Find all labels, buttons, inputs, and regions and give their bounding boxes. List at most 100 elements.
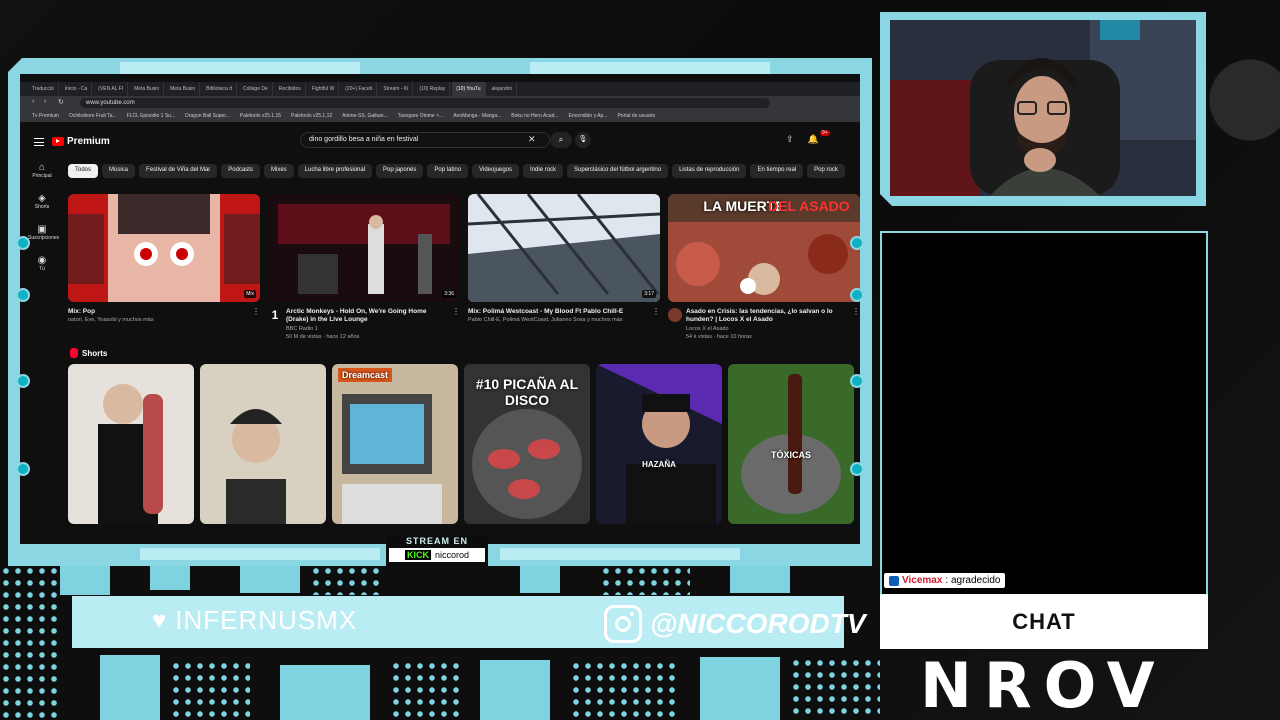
more-options-icon[interactable]: ⋮ bbox=[452, 307, 460, 341]
filter-chip[interactable]: Pop japonés bbox=[376, 164, 424, 178]
url-field[interactable]: www.youtube.com bbox=[80, 98, 770, 108]
bookmark-item[interactable]: Paletools v25.1.12 bbox=[291, 113, 332, 119]
filter-chip[interactable]: Música bbox=[102, 164, 136, 178]
browser-tab[interactable]: Inicio - Ca bbox=[61, 82, 93, 96]
short-card[interactable] bbox=[200, 364, 326, 524]
bookmark-item[interactable]: Ochikobore Fruit Ta... bbox=[69, 113, 117, 119]
video-thumbnail[interactable]: Mix bbox=[68, 194, 260, 302]
bell-icon[interactable]: 🔔 bbox=[808, 134, 819, 145]
browser-tab[interactable]: Meta Busin bbox=[166, 82, 201, 96]
subscriptions-icon: ▣ bbox=[37, 224, 47, 235]
forward-icon[interactable]: › bbox=[44, 98, 46, 105]
clear-search-icon[interactable]: ✕ bbox=[528, 134, 536, 145]
browser-tab[interactable]: (10) Replay bbox=[415, 82, 451, 96]
video-card[interactable]: Mix Mix: Pop natori, Eve, Yoasobi y muchos… bbox=[68, 194, 260, 341]
filter-chip[interactable]: Videojuegos bbox=[472, 164, 520, 178]
filter-chip[interactable]: Indie rock bbox=[523, 164, 564, 178]
sidebar: ⌂ Principal ◈ Shorts ▣ Suscripciones ◉ Tú bbox=[28, 162, 60, 286]
video-title[interactable]: Arctic Monkeys - Hold On, We're Going Ho… bbox=[286, 308, 448, 325]
filter-chip[interactable]: Festival de Viña del Mar bbox=[139, 164, 218, 178]
video-channel[interactable]: Pablo Chill-E, Polimá WestCoast, Juliann… bbox=[468, 316, 623, 324]
bookmark-item[interactable]: Encendido y Ap... bbox=[569, 113, 608, 119]
upload-icon[interactable]: ⇪ bbox=[786, 134, 794, 145]
instagram-handle-text: @NICCORODTV bbox=[650, 608, 866, 639]
dot-pattern bbox=[790, 657, 880, 720]
video-channel[interactable]: BBC Radio 1 bbox=[286, 325, 448, 333]
search-input[interactable]: dino gordillo besa a niña en festival bbox=[300, 132, 550, 148]
browser-tab[interactable]: (VEN AL FI bbox=[94, 82, 129, 96]
browser-tab[interactable]: (20+) Faceb bbox=[341, 82, 378, 96]
browser-tab[interactable]: Stream - Ki bbox=[379, 82, 414, 96]
browser-tab[interactable]: Recibidos bbox=[275, 82, 306, 96]
filter-chip[interactable]: Todos bbox=[68, 164, 99, 178]
video-thumbnail[interactable]: 3:17 bbox=[468, 194, 660, 302]
filter-chip[interactable]: Pop latino bbox=[427, 164, 469, 178]
video-title[interactable]: Mix: Pop bbox=[68, 308, 154, 316]
user-badge-icon bbox=[889, 575, 899, 586]
voice-search-button[interactable]: 🎙 bbox=[575, 132, 591, 148]
filter-chip[interactable]: Pop rock bbox=[807, 164, 845, 178]
channel-avatar[interactable] bbox=[668, 308, 682, 322]
short-card[interactable] bbox=[68, 364, 194, 524]
sidebar-item[interactable]: ◉ Tú bbox=[28, 255, 56, 272]
pattern-square bbox=[100, 655, 160, 720]
video-card[interactable]: 3:17 Mix: Polimá Westcoast - My Blood Ft … bbox=[468, 194, 660, 341]
browser-tab[interactable]: Traducció bbox=[28, 82, 59, 96]
more-options-icon[interactable]: ⋮ bbox=[652, 307, 660, 325]
video-card[interactable]: LA MUERTE DEL ASADO Asado en Crisis: las t… bbox=[668, 194, 860, 341]
browser-tab[interactable]: Collage De bbox=[239, 82, 273, 96]
pattern-square bbox=[520, 565, 560, 593]
bookmark-item[interactable]: Paletools v25.1.15 bbox=[240, 113, 281, 119]
pattern-square bbox=[240, 565, 300, 593]
browser-tab[interactable]: Meta Busin bbox=[130, 82, 165, 96]
bookmark-item[interactable]: Tasogare Otome ×... bbox=[398, 113, 443, 119]
short-card[interactable]: Dreamcast bbox=[332, 364, 458, 524]
filter-chip[interactable]: Mixes bbox=[263, 164, 294, 178]
short-card[interactable]: #10 PICAÑA AL DISCO bbox=[464, 364, 590, 524]
sidebar-item[interactable]: ⌂ Principal bbox=[28, 162, 56, 179]
filter-chips: Todos Música Festival de Viña del Mar Podca… bbox=[68, 164, 858, 178]
browser-tab-bar: Traducció Inicio - Ca (VEN AL FI Meta Busin… bbox=[20, 82, 860, 96]
filter-chip[interactable]: Superclásico del fútbol argentino bbox=[567, 164, 669, 178]
menu-icon[interactable] bbox=[34, 138, 44, 146]
browser-tab[interactable]: Fightful W bbox=[308, 82, 340, 96]
instagram-icon bbox=[604, 605, 642, 643]
filter-chip[interactable]: Listas de reproducción bbox=[672, 164, 747, 178]
back-icon[interactable]: ‹ bbox=[32, 98, 34, 105]
more-options-icon[interactable]: ⋮ bbox=[852, 307, 860, 341]
reload-icon[interactable]: ↻ bbox=[58, 98, 64, 106]
search-button[interactable]: ⌕ bbox=[550, 132, 572, 148]
bookmark-item[interactable]: Anime-SS, Gaiban... bbox=[342, 113, 388, 119]
kick-channel-badge[interactable]: KICK niccorod bbox=[389, 548, 485, 562]
sidebar-item-label: Suscripciones bbox=[28, 235, 60, 241]
video-title[interactable]: Mix: Polimá Westcoast - My Blood Ft Pabl… bbox=[468, 308, 623, 316]
bookmark-item[interactable]: Boku no Hero Acad... bbox=[511, 113, 558, 119]
youtube-play-icon bbox=[52, 137, 64, 146]
video-channel[interactable]: Locos X el Asado bbox=[686, 325, 848, 333]
browser-tab[interactable]: Biblioteca d bbox=[202, 82, 238, 96]
dot-pattern bbox=[310, 565, 380, 595]
filter-chip[interactable]: Lucha libre profesional bbox=[297, 164, 373, 178]
webcam-feed bbox=[890, 20, 1196, 196]
browser-tab[interactable]: (10) YouTu bbox=[452, 82, 486, 96]
sidebar-item-label: Tú bbox=[39, 266, 45, 272]
sidebar-item[interactable]: ◈ Shorts bbox=[28, 193, 56, 210]
bookmark-item[interactable]: AnoManga - Manga... bbox=[453, 113, 501, 119]
bookmark-item[interactable]: Dragon Ball Super... bbox=[185, 113, 230, 119]
video-channel[interactable]: natori, Eve, Yoasobi y muchos más bbox=[68, 316, 154, 324]
filter-chip[interactable]: Podcasts bbox=[221, 164, 260, 178]
youtube-logo[interactable]: Premium bbox=[52, 136, 110, 147]
bookmark-item[interactable]: Tv Premium bbox=[32, 113, 59, 119]
video-title[interactable]: Asado en Crisis: las tendencias, ¿lo sal… bbox=[686, 308, 848, 325]
bookmark-item[interactable]: FLCL Episodio 1 Su... bbox=[127, 113, 175, 119]
filter-chip[interactable]: En tiempo real bbox=[750, 164, 804, 178]
sidebar-item[interactable]: ▣ Suscripciones bbox=[28, 224, 60, 241]
video-card[interactable]: 3:36 1 Arctic Monkeys - Hold On, We're Goi… bbox=[268, 194, 460, 341]
video-thumbnail[interactable]: LA MUERTE DEL ASADO bbox=[668, 194, 860, 302]
short-card[interactable]: HAZAÑA bbox=[596, 364, 722, 524]
bookmark-item[interactable]: Portal de usuario bbox=[617, 113, 655, 119]
short-card[interactable]: TÓXICAS bbox=[728, 364, 854, 524]
browser-tab[interactable]: alejandro bbox=[488, 82, 518, 96]
more-options-icon[interactable]: ⋮ bbox=[252, 307, 260, 325]
video-thumbnail[interactable]: 3:36 bbox=[268, 194, 460, 302]
